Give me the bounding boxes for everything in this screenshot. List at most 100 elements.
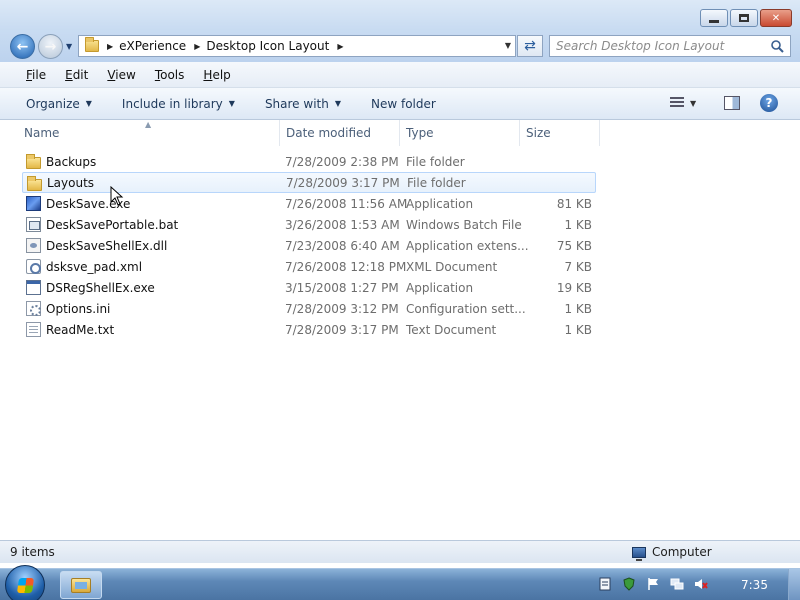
search-input[interactable] <box>556 39 761 53</box>
file-row[interactable]: Backups 7/28/2009 2:38 PM File folder <box>22 151 596 172</box>
mouse-cursor-icon <box>110 186 124 206</box>
preview-pane-icon[interactable] <box>724 96 740 110</box>
menu-tools[interactable]: Tools <box>155 68 185 82</box>
breadcrumb-experience[interactable]: eXPerience <box>119 39 186 53</box>
file-type: File folder <box>406 154 465 169</box>
change-view-button[interactable]: ▼ <box>670 97 696 109</box>
document-tray-icon[interactable] <box>598 577 612 591</box>
menu-file[interactable]: File <box>26 68 46 82</box>
network-icon[interactable] <box>670 577 684 591</box>
file-name: Backups <box>46 154 97 169</box>
file-row[interactable]: DeskSaveShellEx.dll 7/23/2008 6:40 AM Appl… <box>22 235 596 256</box>
column-type-label: Type <box>406 126 434 140</box>
menu-help[interactable]: Help <box>203 68 230 82</box>
file-row[interactable]: dsksve_pad.xml 7/26/2008 12:18 PM XML Docu… <box>22 256 596 277</box>
menu-edit[interactable]: Edit <box>65 68 88 82</box>
caption-buttons: ✕ <box>700 9 792 27</box>
file-date: 7/28/2009 3:12 PM <box>285 301 399 316</box>
search-box[interactable] <box>549 35 791 57</box>
file-name: ReadMe.txt <box>46 322 115 337</box>
file-date: 3/15/2008 1:27 PM <box>285 280 399 295</box>
folder-icon <box>26 154 41 169</box>
file-row[interactable]: DeskSavePortable.bat 3/26/2008 1:53 AM Win… <box>22 214 596 235</box>
breadcrumb-separator-icon[interactable]: ▶ <box>337 42 343 51</box>
recent-pages-button[interactable]: ▼ <box>66 42 72 51</box>
column-header-type[interactable]: Type <box>400 120 520 146</box>
file-size: 75 KB <box>556 238 592 253</box>
minimize-button[interactable] <box>700 9 728 27</box>
file-row[interactable]: DSRegShellEx.exe 3/15/2008 1:27 PM Applica… <box>22 277 596 298</box>
new-folder-button[interactable]: New folder <box>371 97 436 111</box>
close-icon: ✕ <box>771 12 781 24</box>
file-date: 3/26/2008 1:53 AM <box>285 217 400 232</box>
status-zone: Computer <box>632 545 712 561</box>
status-bar: 9 items Computer <box>0 540 800 563</box>
file-size: 81 KB <box>556 196 592 211</box>
maximize-icon <box>739 14 749 22</box>
maximize-button[interactable] <box>730 9 758 27</box>
volume-muted-icon[interactable] <box>694 577 708 591</box>
file-type: Text Document <box>406 322 497 337</box>
file-name: DeskSaveShellEx.dll <box>46 238 168 253</box>
file-row[interactable]: Layouts 7/28/2009 3:17 PM File folder <box>22 172 596 193</box>
back-button[interactable]: ← <box>10 34 35 59</box>
organize-button[interactable]: Organize ▼ <box>26 97 92 111</box>
column-header-date-modified[interactable]: Date modified <box>280 120 400 146</box>
close-button[interactable]: ✕ <box>760 9 792 27</box>
file-date: 7/28/2009 3:17 PM <box>285 322 399 337</box>
chevron-down-icon: ▼ <box>228 99 235 108</box>
show-desktop-button[interactable] <box>788 569 800 600</box>
organize-label: Organize <box>26 96 80 111</box>
folder-icon <box>27 176 42 191</box>
file-size: 7 KB <box>564 259 592 274</box>
file-date: 7/28/2009 3:17 PM <box>286 175 400 190</box>
menu-view[interactable]: View <box>107 68 135 82</box>
column-header-name[interactable]: Name <box>0 120 280 146</box>
column-size-label: Size <box>526 126 551 140</box>
file-row[interactable]: DeskSave.exe 7/26/2008 11:56 AM Applicatio… <box>22 193 596 214</box>
refresh-button[interactable]: ⇄ <box>517 35 543 57</box>
file-date: 7/26/2008 12:18 PM <box>285 259 407 274</box>
chevron-down-icon: ▼ <box>690 98 697 108</box>
taskbar-clock[interactable]: 7:35 <box>741 578 768 592</box>
address-dropdown-icon[interactable]: ▼ <box>505 41 511 50</box>
windows-explorer-icon <box>71 577 91 593</box>
include-in-library-label: Include in library <box>121 96 223 111</box>
address-bar[interactable]: ▶ eXPerience ▶ Desktop Icon Layout ▶ ▼ <box>78 35 516 57</box>
arrow-left-icon: ← <box>16 38 29 55</box>
include-in-library-button[interactable]: Include in library ▼ <box>122 97 235 111</box>
file-type: Configuration sett... <box>406 301 526 316</box>
share-with-button[interactable]: Share with ▼ <box>265 97 341 111</box>
xml-file-icon <box>26 259 41 274</box>
file-row[interactable]: Options.ini 7/28/2009 3:12 PM Configuratio… <box>22 298 596 319</box>
column-name-label: Name <box>24 126 60 140</box>
explorer-window: ✕ ← → ▼ ▶ eXPerience ▶ Desktop Icon Layo… <box>0 0 800 568</box>
breadcrumb-desktop-icon-layout[interactable]: Desktop Icon Layout <box>206 39 329 53</box>
security-shield-icon[interactable] <box>622 577 636 591</box>
breadcrumb-separator-icon[interactable]: ▶ <box>194 42 200 51</box>
title-bar[interactable]: ✕ <box>0 0 800 30</box>
file-name: DeskSavePortable.bat <box>46 217 179 232</box>
search-icon[interactable] <box>770 39 784 53</box>
dll-file-icon <box>26 238 41 253</box>
address-row: ← → ▼ ▶ eXPerience ▶ Desktop Icon Layout… <box>0 30 800 62</box>
new-folder-label: New folder <box>371 96 436 111</box>
breadcrumb-separator-icon[interactable]: ▶ <box>107 42 113 51</box>
forward-button[interactable]: → <box>38 34 63 59</box>
menu-bar: File Edit View Tools Help <box>0 62 800 88</box>
file-type: Application extens... <box>406 238 529 253</box>
action-center-flag-icon[interactable] <box>646 577 660 591</box>
taskbar: 7:35 <box>0 565 800 600</box>
start-button[interactable] <box>5 565 45 600</box>
file-type: Windows Batch File <box>406 217 522 232</box>
help-icon[interactable]: ? <box>760 94 778 112</box>
taskbar-explorer-button[interactable] <box>60 571 102 599</box>
file-row[interactable]: ReadMe.txt 7/28/2009 3:17 PM Text Document… <box>22 319 596 340</box>
file-name: Layouts <box>47 175 95 190</box>
item-count: 9 items <box>10 545 55 559</box>
column-headers: ▲ Name Date modified Type Size <box>0 120 800 146</box>
system-tray <box>598 577 708 591</box>
column-header-size[interactable]: Size <box>520 120 600 146</box>
chevron-down-icon: ▼ <box>334 99 341 108</box>
file-size: 19 KB <box>556 280 592 295</box>
